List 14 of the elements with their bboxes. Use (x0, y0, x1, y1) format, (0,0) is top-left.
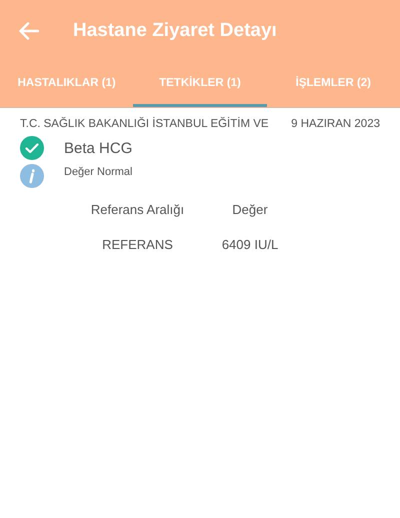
info-icon (20, 164, 44, 188)
table-cell-text: REFERANS (101, 237, 174, 252)
test-name: Beta HCG (64, 140, 132, 156)
tab[interactable]: HASTALIKLAR (1) (0, 62, 134, 107)
test-status: Değer Normal (64, 166, 132, 178)
table-cell-text: 6409 IU/L (220, 237, 280, 252)
back-arrow-icon[interactable] (19, 22, 39, 40)
visit-date: 9 HAZIRAN 2023 (291, 118, 380, 130)
screen-title: Hastane Ziyaret Detayı (73, 20, 277, 42)
tab[interactable]: İŞLEMLER (2) (266, 62, 400, 107)
hospital-name: T.C. SAĞLIK BAKANLIĞI İSTANBUL EĞİTİM VE (20, 118, 269, 130)
column-header: Değer (231, 202, 269, 217)
tab[interactable]: TETKİKLER (1) (133, 62, 267, 107)
column-header: Referans Aralığı (90, 202, 186, 217)
